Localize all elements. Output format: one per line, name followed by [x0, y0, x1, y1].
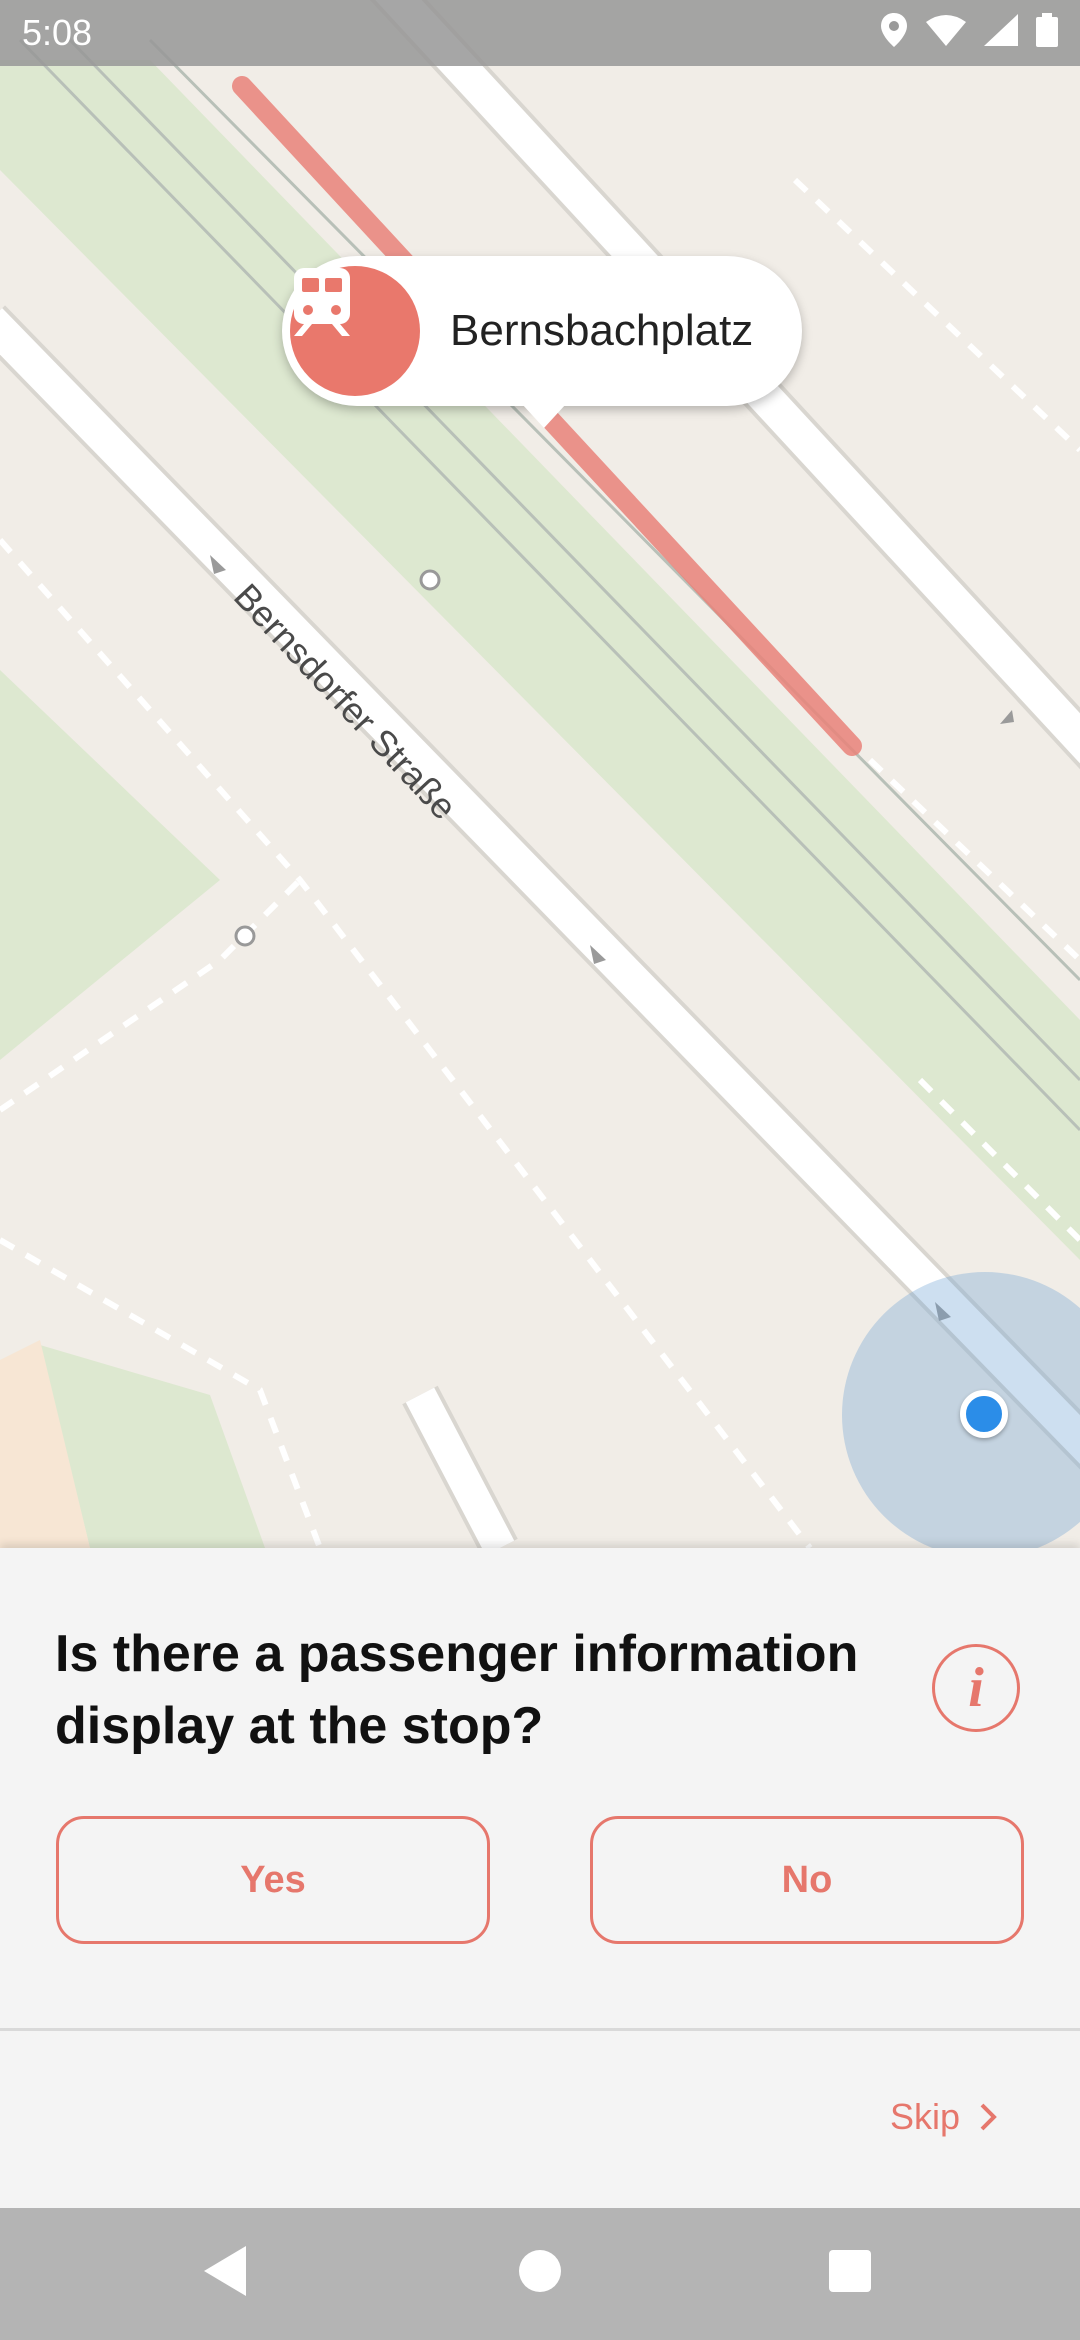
signal-icon — [984, 14, 1018, 46]
chevron-right-icon — [980, 2103, 997, 2131]
skip-label: Skip — [890, 2096, 961, 2137]
quest-question: Is there a passenger information display… — [55, 1625, 859, 1755]
battery-icon — [1036, 13, 1058, 47]
no-button[interactable]: No — [590, 1816, 1024, 1944]
location-icon — [881, 13, 907, 47]
home-icon[interactable] — [518, 2244, 562, 2298]
quest-bottom-sheet: Is there a passenger information display… — [0, 1548, 1080, 2208]
status-time: 5:08 — [22, 12, 93, 53]
recents-icon[interactable] — [828, 2244, 872, 2298]
back-icon[interactable] — [202, 2244, 248, 2298]
status-bar: 5:08 — [0, 0, 1080, 66]
stop-callout[interactable]: Bernsbachplatz — [282, 256, 802, 428]
divider — [0, 2028, 1080, 2031]
map-view[interactable]: Bernsdorfer Straße Bernsbachplatz — [0, 0, 1080, 1548]
navigation-bar — [0, 2208, 1080, 2340]
skip-button[interactable]: Skip — [890, 2096, 998, 2138]
info-icon: i — [968, 1657, 984, 1719]
wifi-icon — [926, 15, 966, 46]
current-location-marker — [960, 1390, 1008, 1438]
info-button[interactable]: i — [932, 1644, 1020, 1732]
yes-button[interactable]: Yes — [56, 1816, 490, 1944]
stop-name: Bernsbachplatz — [450, 306, 754, 355]
train-icon — [290, 266, 420, 396]
